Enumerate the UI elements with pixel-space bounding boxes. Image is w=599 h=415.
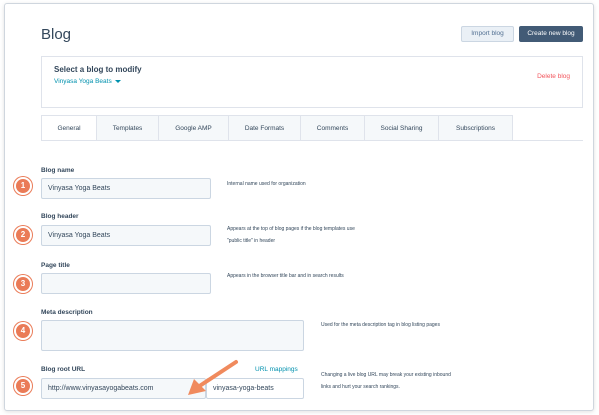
page-title-input[interactable] xyxy=(41,273,211,294)
chevron-down-icon xyxy=(114,79,121,83)
url-mappings-link[interactable]: URL mappings xyxy=(255,366,298,373)
settings-tabs: General Templates Google AMP Date Format… xyxy=(41,115,513,141)
meta-description-help: Used for the meta description tag in blo… xyxy=(321,322,440,328)
blog-header-label: Blog header xyxy=(41,213,79,220)
blog-header-help-line2: "public title" in header xyxy=(227,238,276,244)
page-title: Blog xyxy=(41,26,72,43)
blog-root-url-help-line2: links and hurt your search rankings. xyxy=(321,384,400,390)
blog-name-help: Internal name used for organization xyxy=(227,181,306,187)
tab-date-formats[interactable]: Date Formats xyxy=(229,115,301,141)
blog-selector-dropdown[interactable]: Vinyasa Yoga Beats xyxy=(54,78,121,85)
blog-selector-title: Select a blog to modify xyxy=(54,65,142,74)
meta-description-textarea[interactable] xyxy=(41,320,304,351)
blog-root-url-label: Blog root URL xyxy=(41,366,86,373)
step-badge-1: 1 xyxy=(14,177,32,195)
step-badge-5: 5 xyxy=(14,377,32,395)
tab-social-sharing[interactable]: Social Sharing xyxy=(365,115,439,141)
step-badge-4: 4 xyxy=(14,322,32,340)
tab-templates[interactable]: Templates xyxy=(97,115,159,141)
tabs-divider xyxy=(41,140,583,141)
blog-settings-window: Blog Import blog Create new blog Select … xyxy=(4,3,594,411)
blog-root-url-help-line1: Changing a live blog URL may break your … xyxy=(321,372,451,378)
blog-selector-value: Vinyasa Yoga Beats xyxy=(54,78,112,85)
blog-name-label: Blog name xyxy=(41,167,75,174)
create-new-blog-button[interactable]: Create new blog xyxy=(519,26,583,42)
tab-google-amp[interactable]: Google AMP xyxy=(159,115,229,141)
annotation-arrow-icon xyxy=(188,360,238,395)
meta-description-label: Meta description xyxy=(41,309,93,316)
tab-comments[interactable]: Comments xyxy=(301,115,365,141)
blog-header-input[interactable]: Vinyasa Yoga Beats xyxy=(41,225,211,246)
page-title-help: Appears in the browser title bar and in … xyxy=(227,273,344,279)
tab-subscriptions[interactable]: Subscriptions xyxy=(439,115,513,141)
step-badge-3: 3 xyxy=(14,275,32,293)
delete-blog-link[interactable]: Delete blog xyxy=(537,73,570,80)
tab-general[interactable]: General xyxy=(41,115,97,141)
page-title-label: Page title xyxy=(41,262,70,269)
step-badge-2: 2 xyxy=(14,226,32,244)
blog-name-input[interactable]: Vinyasa Yoga Beats xyxy=(41,178,211,199)
blog-header-help-line1: Appears at the top of blog pages if the … xyxy=(227,226,355,232)
blog-selector-panel: Select a blog to modify Vinyasa Yoga Bea… xyxy=(41,56,583,108)
import-blog-button[interactable]: Import blog xyxy=(461,26,514,42)
